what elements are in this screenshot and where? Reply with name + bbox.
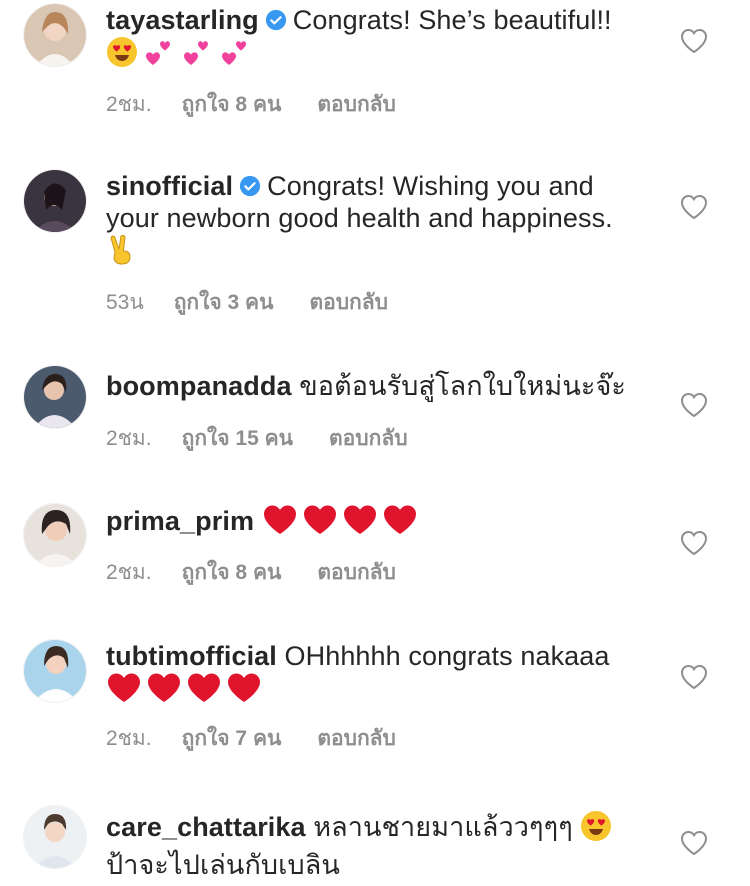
reply-button[interactable]: ตอบกลับ: [317, 722, 396, 755]
comment-time: 53น: [106, 291, 144, 314]
comment-text: boompanadda ขอต้อนรับสู่โลกใบใหม่นะจ๊ะ: [106, 370, 646, 402]
like-heart-icon[interactable]: [680, 664, 708, 690]
username[interactable]: tubtimofficial: [106, 641, 277, 671]
likes-count[interactable]: ถูกใจ 8 คน: [182, 556, 282, 589]
comment-text: tubtimofficial OHhhhhh congrats nakaaa: [106, 640, 646, 711]
comment-time: 2ชม.: [106, 427, 152, 450]
red-heart-emoji: [146, 672, 182, 711]
comment-text: care_chattarika หลานชายมาแล้ววๆๆๆ ป้าจะไ…: [106, 810, 646, 881]
comment-text: tayastarling Congrats! She’s beautiful!!: [106, 4, 646, 75]
red-heart-emoji: [106, 672, 142, 711]
comment-body: Congrats! She’s beautiful!!: [292, 5, 612, 35]
reply-button[interactable]: ตอบกลับ: [317, 556, 396, 589]
comment-time: 2ชม.: [106, 561, 152, 584]
likes-count[interactable]: ถูกใจ 3 คน: [174, 286, 274, 319]
comment-body: ขอต้อนรับสู่โลกใบใหม่นะจ๊ะ: [299, 371, 626, 401]
like-heart-icon[interactable]: [680, 392, 708, 418]
reply-button[interactable]: ตอบกลับ: [329, 422, 408, 455]
username[interactable]: prima_prim: [106, 506, 254, 536]
comment-meta: 2ชม. ถูกใจ 15 คน ตอบกลับ: [106, 422, 408, 455]
red-heart-emoji: [186, 672, 222, 711]
verified-badge-icon: [240, 175, 261, 197]
username[interactable]: boompanadda: [106, 371, 292, 401]
red-heart-emoji: [342, 504, 378, 543]
avatar[interactable]: [24, 504, 86, 566]
username[interactable]: tayastarling: [106, 5, 259, 35]
avatar[interactable]: [24, 170, 86, 232]
likes-count[interactable]: ถูกใจ 7 คน: [182, 722, 282, 755]
pink-hearts-emoji: [180, 36, 214, 75]
likes-count[interactable]: ถูกใจ 8 คน: [182, 88, 282, 121]
reply-button[interactable]: ตอบกลับ: [317, 88, 396, 121]
comment-body-line2: ป้าจะไปเล่นกับเบลิน: [106, 850, 340, 880]
red-heart-emoji: [262, 504, 298, 543]
avatar[interactable]: [24, 640, 86, 702]
red-heart-emoji: [226, 672, 262, 711]
comment-text: sinofficial Congrats! Wishing you and you…: [106, 170, 646, 273]
likes-count[interactable]: ถูกใจ 15 คน: [182, 422, 293, 455]
avatar[interactable]: [24, 366, 86, 428]
comment-time: 2ชม.: [106, 93, 152, 116]
username[interactable]: care_chattarika: [106, 812, 306, 842]
victory-hand-emoji: [106, 234, 136, 273]
comment-meta: 2ชม. ถูกใจ 8 คน ตอบกลับ: [106, 556, 396, 589]
heart-eyes-emoji: [580, 810, 612, 849]
verified-badge-icon: [265, 9, 286, 31]
red-heart-emoji: [382, 504, 418, 543]
like-heart-icon[interactable]: [680, 28, 708, 54]
like-heart-icon[interactable]: [680, 194, 708, 220]
comment-time: 2ชม.: [106, 727, 152, 750]
like-heart-icon[interactable]: [680, 530, 708, 556]
reply-button[interactable]: ตอบกลับ: [309, 286, 388, 319]
comment-body: หลานชายมาแล้ววๆๆๆ: [313, 812, 573, 842]
comment-body: OHhhhhh congrats nakaaa: [284, 641, 610, 671]
comment-meta: 53น ถูกใจ 3 คน ตอบกลับ: [106, 286, 388, 319]
pink-hearts-emoji: [142, 36, 176, 75]
red-heart-emoji: [302, 504, 338, 543]
heart-eyes-emoji: [106, 36, 138, 75]
like-heart-icon[interactable]: [680, 830, 708, 856]
comment-meta: 2ชม. ถูกใจ 8 คน ตอบกลับ: [106, 88, 396, 121]
comment-meta: 2ชม. ถูกใจ 7 คน ตอบกลับ: [106, 722, 396, 755]
username[interactable]: sinofficial: [106, 171, 233, 201]
avatar[interactable]: [24, 806, 86, 868]
comment-text: prima_prim: [106, 504, 646, 543]
avatar[interactable]: [24, 4, 86, 66]
pink-hearts-emoji: [218, 36, 252, 75]
